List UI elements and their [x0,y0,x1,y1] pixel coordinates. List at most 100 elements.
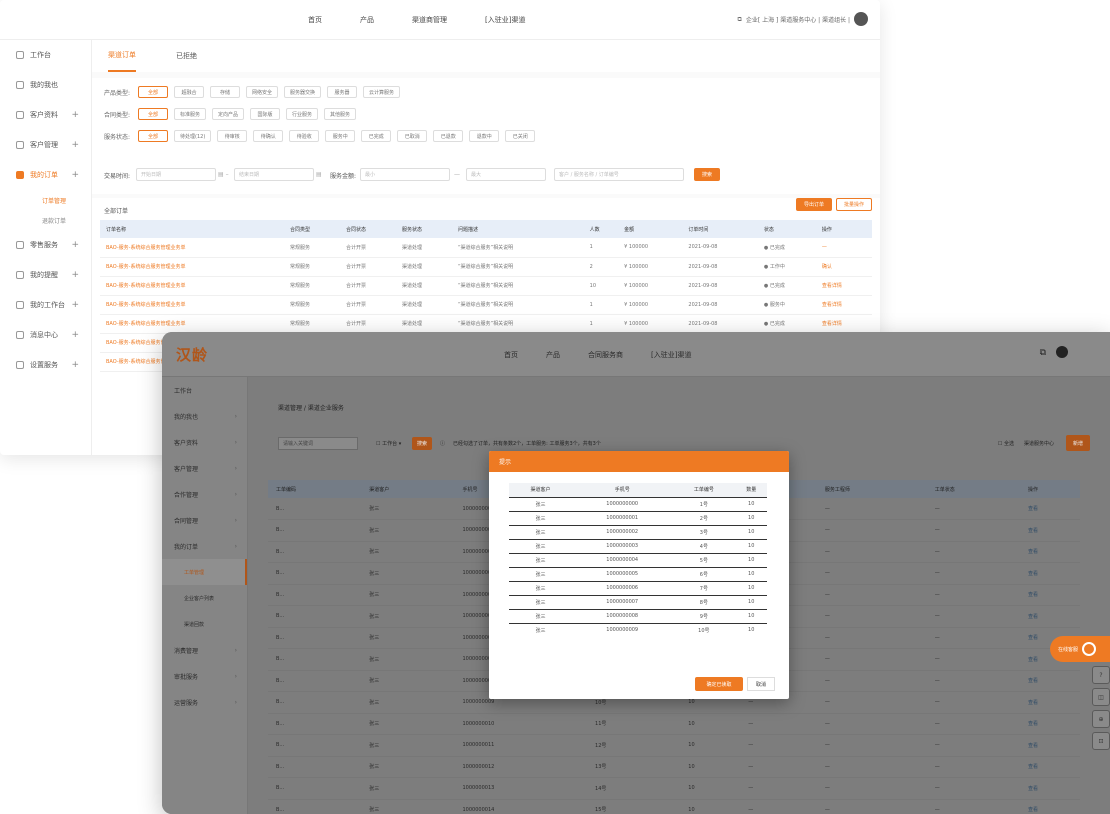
view-link[interactable]: 查看 [1019,562,1080,585]
filter-chip[interactable]: 云计算服务 [363,86,401,98]
filter-chip[interactable]: 行业服务 [286,108,319,120]
sidebar-item[interactable]: 消费管理 › [162,637,247,663]
sidebar-subitem[interactable]: 工单管理 [162,559,247,585]
view-link[interactable]: 查看 [1019,605,1080,628]
order-link[interactable]: BAO-服务-系统综合服务管理业务单 [100,314,284,334]
filter-chip[interactable]: 待审核 [217,130,248,142]
back-user-info[interactable]: ⧉ 企业[ 上海 ] 渠道服务中心 | 渠道组长 | [738,15,850,25]
filter-chip[interactable]: 待处理(12) [174,130,212,142]
top-nav-item[interactable]: 合同服务商 [588,350,623,360]
expand-icon[interactable]: + [71,270,79,280]
tab[interactable]: 已拒绝 [176,41,197,71]
order-link[interactable]: BAO-服务-系统综合服务管理业务单 [100,257,284,277]
sidebar-item[interactable]: 我的订单 + [0,160,91,190]
view-link[interactable]: 查看 [1019,519,1080,542]
filter-chip[interactable]: 全部 [138,130,168,142]
sidebar-subitem[interactable]: 退款订单 [0,210,91,230]
expand-icon[interactable]: + [71,300,79,310]
box-icon[interactable]: ⊡ [1092,732,1110,750]
expand-icon[interactable]: + [71,240,79,250]
expand-icon[interactable]: + [71,110,79,120]
calendar-icon[interactable]: ▤ [316,171,322,178]
filter-chip[interactable]: 已关闭 [505,130,536,142]
row-action[interactable]: 查看详情 [815,276,872,296]
filter-chip[interactable]: 超融合 [174,86,204,98]
help-icon[interactable]: ? [1092,666,1110,684]
order-link[interactable]: BAO-服务-系统综合服务管理业务单 [100,276,284,296]
view-link[interactable]: 查看 [1019,799,1080,814]
filter-chip[interactable]: 待验收 [289,130,320,142]
sidebar-item[interactable]: 我的我也 › [162,403,247,429]
filter-chip[interactable]: 服务中 [325,130,356,142]
export-button[interactable]: 导出订单 [796,198,832,211]
expand-icon[interactable]: + [71,360,79,370]
select-all-checkbox[interactable]: ☐ 全选 [998,440,1014,447]
top-nav-item[interactable]: 产品 [360,15,374,25]
expand-icon[interactable]: + [71,140,79,150]
filter-chip[interactable]: 待确认 [253,130,284,142]
view-link[interactable]: 查看 [1019,584,1080,606]
view-link[interactable]: 查看 [1019,713,1080,735]
sidebar-item[interactable]: 工作台 [162,377,247,403]
online-service-button[interactable]: 在线客服 [1050,636,1110,662]
window-icon[interactable]: ◫ [1092,688,1110,706]
calendar-icon[interactable]: ▤ – [218,171,229,178]
top-nav-item[interactable]: 首页 [504,350,518,360]
sidebar-item[interactable]: 我的我也 [0,70,91,100]
filter-chip[interactable]: 全部 [138,86,168,98]
view-link[interactable]: 查看 [1019,670,1080,692]
sidebar-item[interactable]: 合作管理 › [162,481,247,507]
search-button[interactable]: 搜索 [412,437,432,450]
view-link[interactable]: 查看 [1019,691,1080,714]
filter-chip[interactable]: 标准服务 [174,108,207,120]
date-start-field[interactable]: 开始日期 [136,168,216,181]
row-action[interactable]: — [815,238,872,258]
sidebar-item[interactable]: 设置服务 + [0,350,91,380]
cancel-button[interactable]: 取消 [747,677,775,691]
sidebar-item[interactable]: 我的提醒 + [0,260,91,290]
row-action[interactable]: 确认 [815,257,872,277]
filter-chip[interactable]: 服务器交换 [284,86,322,98]
sidebar-item[interactable]: 客户管理 + [0,130,91,160]
top-nav-item[interactable]: 首页 [308,15,322,25]
avatar[interactable] [854,12,868,26]
avatar[interactable] [1056,346,1068,358]
select-checkbox[interactable]: ☐ 工作台 ▾ [376,440,401,447]
filter-chip[interactable]: 退款中 [469,130,500,142]
filter-chip[interactable]: 服务器 [327,86,358,98]
sidebar-subitem[interactable]: 渠道回款 [162,611,247,637]
sidebar-item[interactable]: 客户资料 › [162,429,247,455]
amount-min-field[interactable]: 最小 [360,168,450,181]
add-button[interactable]: 新增 [1066,435,1090,451]
copy-icon[interactable]: ⧉ [1040,348,1046,358]
service-center-link[interactable]: 渠道服务中心 [1024,440,1054,447]
sidebar-item[interactable]: 消息中心 + [0,320,91,350]
tab[interactable]: 渠道订单 [108,40,136,72]
copy-icon[interactable]: ⧉ [738,16,742,24]
sidebar-item[interactable]: 客户资料 + [0,100,91,130]
expand-icon[interactable]: + [71,170,79,180]
order-link[interactable]: BAO-服务-系统综合服务管理业务单 [100,238,284,258]
sidebar-item[interactable]: 我的订单 › [162,533,247,559]
sidebar-item[interactable]: 合同管理 › [162,507,247,533]
sidebar-item[interactable]: 运营服务 › [162,689,247,715]
sidebar-item[interactable]: 零售服务 + [0,230,91,260]
confirm-button[interactable]: 确定已读取 [695,677,743,691]
add-icon[interactable]: ⊕ [1092,710,1110,728]
row-action[interactable]: 查看详情 [815,295,872,315]
sidebar-subitem[interactable]: 订单管理 [0,190,91,210]
date-end-field[interactable]: 结束日期 [234,168,314,181]
search-button[interactable]: 搜索 [694,168,720,181]
order-link[interactable]: BAO-服务-系统综合服务管理业务单 [100,295,284,315]
row-action[interactable]: 查看详情 [815,314,872,334]
top-nav-item[interactable]: [入驻业]渠道 [485,15,525,25]
view-link[interactable]: 查看 [1019,498,1080,520]
top-nav-item[interactable]: 渠道商管理 [412,15,447,25]
sidebar-subitem[interactable]: 企业客户列表 [162,585,247,611]
filter-chip[interactable]: 存储 [210,86,240,98]
sidebar-item[interactable]: 客户管理 › [162,455,247,481]
top-nav-item[interactable]: 产品 [546,350,560,360]
expand-icon[interactable]: + [71,330,79,340]
sidebar-item[interactable]: 我的工作台 + [0,290,91,320]
filter-chip[interactable]: 已退款 [433,130,464,142]
